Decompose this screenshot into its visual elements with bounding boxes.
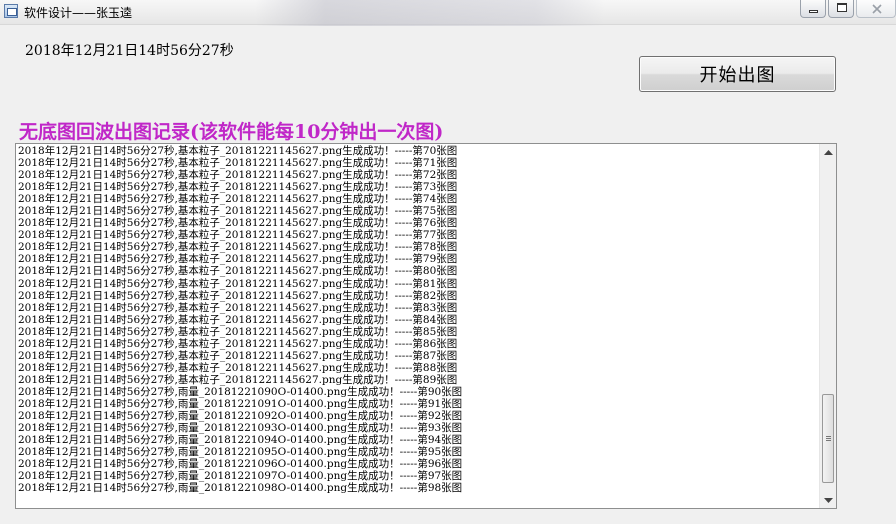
log-line: 2018年12月21日14时56分27秒,基本粒子_20181221145627… <box>18 217 458 230</box>
maximize-button[interactable] <box>828 0 854 18</box>
scroll-down-icon <box>823 497 833 503</box>
grip-line <box>826 438 831 439</box>
log-line: 2018年12月21日14时56分27秒,基本粒子_20181221145627… <box>18 253 458 266</box>
log-textbox[interactable]: 2018年12月21日14时56分27秒,基本粒子_20181221145627… <box>15 143 837 509</box>
log-line: 2018年12月21日14时56分27秒,雨量_20181221098O-014… <box>18 482 463 495</box>
log-line: 2018年12月21日14时56分27秒,雨量_20181221096O-014… <box>18 458 463 471</box>
log-line: 2018年12月21日14时56分27秒,基本粒子_20181221145627… <box>18 361 458 374</box>
scroll-down-button[interactable] <box>820 492 836 508</box>
log-line: 2018年12月21日14时56分27秒,基本粒子_20181221145627… <box>18 145 458 157</box>
window-title: 软件设计——张玉逵 <box>24 6 133 20</box>
log-line: 2018年12月21日14时56分27秒,基本粒子_20181221145627… <box>18 193 458 206</box>
section-title: 无底图回波出图记录(该软件能每10分钟出一次图) <box>19 121 444 143</box>
log-line: 2018年12月21日14时56分27秒,基本粒子_20181221145627… <box>18 289 458 302</box>
current-datetime: 2018年12月21日14时56分27秒 <box>25 43 234 59</box>
log-line: 2018年12月21日14时56分27秒,基本粒子_20181221145627… <box>18 169 458 182</box>
log-line: 2018年12月21日14时56分27秒,基本粒子_20181221145627… <box>18 325 458 338</box>
scroll-up-button[interactable] <box>820 144 836 160</box>
log-line: 2018年12月21日14时56分27秒,雨量_20181221092O-014… <box>18 410 463 423</box>
log-line: 2018年12月21日14时56分27秒,基本粒子_20181221145627… <box>18 373 458 386</box>
log-line: 2018年12月21日14时56分27秒,基本粒子_20181221145627… <box>18 277 458 290</box>
log-line: 2018年12月21日14时56分27秒,基本粒子_20181221145627… <box>18 337 458 350</box>
log-list: 2018年12月21日14时56分27秒,基本粒子_20181221145627… <box>18 145 818 508</box>
grip-line <box>826 440 831 441</box>
log-line: 2018年12月21日14时56分27秒,基本粒子_20181221145627… <box>18 229 458 242</box>
log-line: 2018年12月21日14时56分27秒,雨量_20181221095O-014… <box>18 446 463 459</box>
maximize-icon <box>837 3 847 12</box>
log-line: 2018年12月21日14时56分27秒,雨量_20181221090O-014… <box>18 385 463 398</box>
grip-line <box>826 436 831 437</box>
log-line: 2018年12月21日14时56分27秒,基本粒子_20181221145627… <box>18 265 458 278</box>
close-icon <box>872 4 882 14</box>
log-line: 2018年12月21日14时56分27秒,基本粒子_20181221145627… <box>18 241 458 254</box>
log-line: 2018年12月21日14时56分27秒,雨量_20181221091O-014… <box>18 397 463 410</box>
window-controls <box>800 0 896 20</box>
log-line: 2018年12月21日14时56分27秒,雨量_20181221094O-014… <box>18 434 463 447</box>
title-bar[interactable]: 软件设计——张玉逵 <box>0 0 896 26</box>
minimize-button[interactable] <box>800 0 826 18</box>
log-line: 2018年12月21日14时56分27秒,基本粒子_20181221145627… <box>18 349 458 362</box>
log-line: 2018年12月21日14时56分27秒,雨量_20181221093O-014… <box>18 422 463 435</box>
log-line: 2018年12月21日14时56分27秒,基本粒子_20181221145627… <box>18 301 458 314</box>
log-line: 2018年12月21日14时56分27秒,基本粒子_20181221145627… <box>18 205 458 218</box>
start-output-button[interactable]: 开始出图 <box>639 56 836 92</box>
vertical-scrollbar[interactable] <box>819 144 836 508</box>
log-line: 2018年12月21日14时56分27秒,基本粒子_20181221145627… <box>18 157 458 170</box>
app-icon <box>4 4 18 18</box>
scroll-up-icon <box>823 149 833 155</box>
blurred-background-region <box>255 0 605 26</box>
log-line: 2018年12月21日14时56分27秒,雨量_20181221097O-014… <box>18 470 463 483</box>
minimize-icon <box>809 10 818 13</box>
scrollbar-thumb[interactable] <box>822 394 834 483</box>
log-line: 2018年12月21日14时56分27秒,基本粒子_20181221145627… <box>18 181 458 194</box>
close-button[interactable] <box>856 0 896 18</box>
log-line: 2018年12月21日14时56分27秒,基本粒子_20181221145627… <box>18 313 458 326</box>
